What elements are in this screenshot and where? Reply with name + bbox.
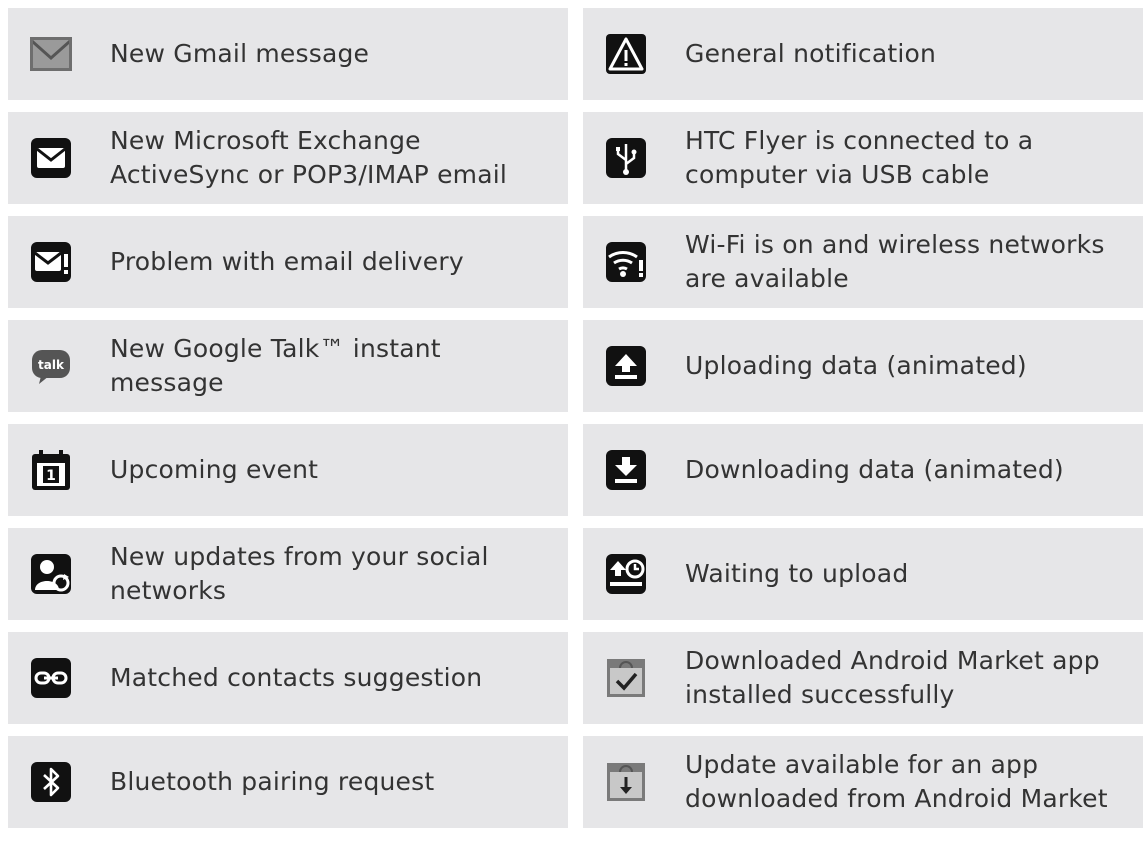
list-item: Downloaded Android Market app installed … — [583, 632, 1143, 724]
list-item-label: Matched contacts suggestion — [110, 663, 483, 692]
google-talk-icon: talk — [23, 338, 79, 394]
list-item-label: New Microsoft Exchange ActiveSync or POP… — [110, 126, 508, 189]
list-item: General notification — [583, 8, 1143, 100]
list-item-label: Downloaded Android Market app installed … — [685, 646, 1100, 709]
bluetooth-icon — [23, 754, 79, 810]
social-update-icon — [23, 546, 79, 602]
list-item: Matched contacts suggestion — [8, 632, 568, 724]
list-item: Uploading data (animated) — [583, 320, 1143, 412]
list-item-label: New updates from your social networks — [110, 542, 489, 605]
list-item-label: Problem with email delivery — [110, 247, 464, 276]
list-item: Downloading data (animated) — [583, 424, 1143, 516]
calendar-icon-text: 1 — [46, 468, 56, 484]
upload-icon — [598, 338, 654, 394]
warning-icon — [598, 26, 654, 82]
list-item-label: Uploading data (animated) — [685, 351, 1027, 380]
gmail-icon — [23, 26, 79, 82]
list-item-label: New Google Talk™ instant message — [110, 334, 441, 397]
list-item: Problem with email delivery — [8, 216, 568, 308]
calendar-icon: 1 — [23, 442, 79, 498]
list-item-label: New Gmail message — [110, 39, 370, 68]
download-icon — [598, 442, 654, 498]
list-item: Bluetooth pairing request — [8, 736, 568, 828]
waiting-upload-icon — [598, 546, 654, 602]
list-item-label: Bluetooth pairing request — [110, 767, 435, 796]
list-item: talk New Google Talk™ instant message — [8, 320, 568, 412]
left-column: New Gmail message New Microsoft Exchange… — [8, 8, 568, 840]
list-item: Wi-Fi is on and wireless networks are av… — [583, 216, 1143, 308]
usb-icon — [598, 130, 654, 186]
list-item-label: Upcoming event — [110, 455, 319, 484]
list-item-label: Waiting to upload — [685, 559, 909, 588]
list-item: Waiting to upload — [583, 528, 1143, 620]
list-item-label: HTC Flyer is connected to a computer via… — [685, 126, 1034, 189]
list-item-label: Wi-Fi is on and wireless networks are av… — [685, 230, 1105, 293]
wifi-available-icon — [598, 234, 654, 290]
list-item: Update available for an app downloaded f… — [583, 736, 1143, 828]
list-item-label: General notification — [685, 39, 937, 68]
market-update-icon — [598, 754, 654, 810]
right-column: General notification HTC Flyer is connec… — [583, 8, 1143, 840]
list-item: 1 Upcoming event — [8, 424, 568, 516]
matched-contacts-icon — [23, 650, 79, 706]
list-item-label: Update available for an app downloaded f… — [685, 750, 1108, 813]
email-warning-icon — [23, 234, 79, 290]
list-item-label: Downloading data (animated) — [685, 455, 1064, 484]
list-item: New Microsoft Exchange ActiveSync or POP… — [8, 112, 568, 204]
list-item: New updates from your social networks — [8, 528, 568, 620]
market-installed-icon — [598, 650, 654, 706]
talk-icon-text: talk — [38, 358, 65, 372]
list-item: HTC Flyer is connected to a computer via… — [583, 112, 1143, 204]
email-envelope-icon — [23, 130, 79, 186]
list-item: New Gmail message — [8, 8, 568, 100]
